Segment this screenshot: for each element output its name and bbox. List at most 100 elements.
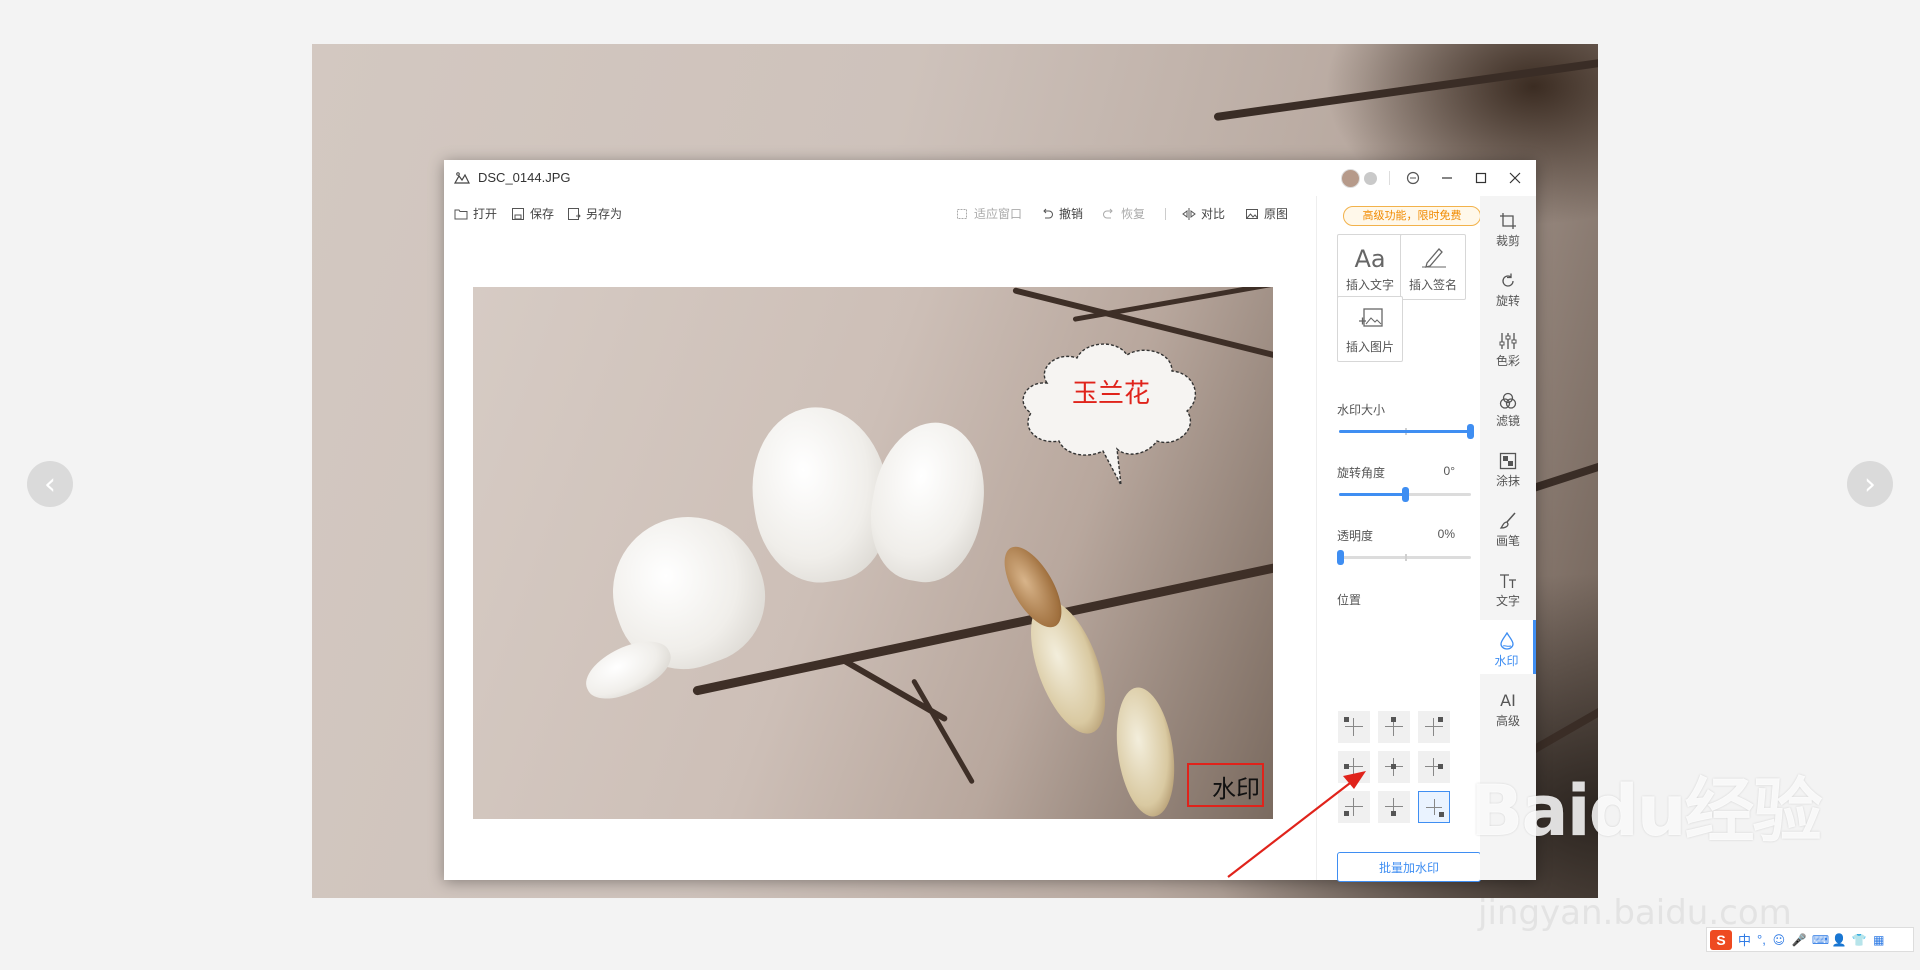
promo-badge[interactable]: 高级功能，限时免费 bbox=[1343, 206, 1481, 226]
open-button[interactable]: 打开 bbox=[454, 205, 497, 222]
speech-bubble[interactable]: 玉兰花 bbox=[1017, 343, 1205, 486]
rotation-label: 旋转角度 bbox=[1337, 466, 1386, 480]
original-label: 原图 bbox=[1264, 207, 1289, 221]
prev-image-button[interactable]: ‹ bbox=[27, 461, 73, 507]
save-button[interactable]: 保存 bbox=[511, 205, 554, 222]
insert-image-button[interactable]: 插入图片 bbox=[1337, 296, 1403, 362]
ime-mode[interactable]: 中 bbox=[1738, 930, 1751, 949]
window-title: DSC_0144.JPG bbox=[478, 170, 571, 185]
rotation-slider[interactable] bbox=[1337, 487, 1473, 502]
maximize-icon[interactable] bbox=[1470, 167, 1492, 189]
watermark-box[interactable]: 水印 bbox=[1187, 763, 1264, 807]
tool-filter-label: 滤镜 bbox=[1495, 414, 1520, 428]
photo-app-icon bbox=[454, 172, 470, 184]
position-middle-right[interactable] bbox=[1418, 751, 1450, 783]
bubble-text: 玉兰花 bbox=[1071, 379, 1150, 409]
undo-icon bbox=[1043, 208, 1053, 218]
text-icon bbox=[1500, 574, 1516, 588]
vip-badge-icon[interactable] bbox=[1364, 171, 1377, 185]
skin-icon[interactable]: 👕 bbox=[1852, 933, 1867, 947]
tool-rotate[interactable]: 旋转 bbox=[1480, 260, 1536, 314]
rotation-value: 0° bbox=[1443, 464, 1455, 478]
redo-button[interactable]: 恢复 bbox=[1102, 205, 1145, 222]
tool-text-label: 文字 bbox=[1495, 594, 1520, 608]
sogou-logo-icon[interactable]: S bbox=[1710, 929, 1732, 950]
add-image-icon bbox=[1359, 308, 1383, 327]
insert-signature-button[interactable]: 插入签名 bbox=[1400, 234, 1466, 300]
editor-window: DSC_0144.JPG 打开 保存 另存为 适应窗口 撤销 恢复 对比 原图 … bbox=[444, 160, 1536, 882]
insert-image-label: 插入图片 bbox=[1345, 340, 1394, 354]
baidu-logo: Baidu经验 bbox=[1470, 770, 1823, 852]
compare-button[interactable]: 对比 bbox=[1182, 205, 1225, 222]
position-top-center[interactable] bbox=[1378, 711, 1410, 743]
insert-signature-label: 插入签名 bbox=[1408, 278, 1457, 292]
compare-icon bbox=[1182, 207, 1196, 220]
redo-label: 恢复 bbox=[1121, 207, 1146, 221]
position-label: 位置 bbox=[1337, 593, 1362, 607]
tool-mosaic[interactable]: 涂抹 bbox=[1480, 440, 1536, 494]
position-bottom-center[interactable] bbox=[1378, 791, 1410, 823]
fit-window-button[interactable]: 适应窗口 bbox=[955, 205, 1022, 222]
tool-watermark[interactable]: 水印 bbox=[1480, 620, 1536, 674]
original-button[interactable]: 原图 bbox=[1245, 205, 1288, 222]
position-grid bbox=[1338, 711, 1450, 823]
position-top-left[interactable] bbox=[1338, 711, 1370, 743]
title-bar: DSC_0144.JPG bbox=[444, 160, 1536, 196]
rotate-icon bbox=[1502, 273, 1514, 287]
keyboard-icon[interactable]: ⌨ bbox=[1812, 933, 1829, 947]
position-middle-left[interactable] bbox=[1338, 751, 1370, 783]
user-avatar[interactable] bbox=[1341, 168, 1360, 188]
position-top-right[interactable] bbox=[1418, 711, 1450, 743]
insert-text-label: 插入文字 bbox=[1345, 278, 1394, 292]
rotation-slider-handle[interactable] bbox=[1402, 487, 1409, 502]
save-as-label: 另存为 bbox=[586, 207, 623, 221]
save-as-button[interactable]: 另存为 bbox=[567, 205, 622, 222]
undo-button[interactable]: 撤销 bbox=[1040, 205, 1083, 222]
tool-color-label: 色彩 bbox=[1495, 354, 1520, 368]
open-label: 打开 bbox=[473, 207, 498, 221]
image-icon bbox=[1246, 208, 1258, 219]
ime-toolbar: S 中 °, ☺ 🎤 ⌨ 👤 👕 ▦ bbox=[1706, 927, 1914, 952]
microphone-icon[interactable]: 🎤 bbox=[1792, 933, 1807, 947]
color-icon bbox=[1499, 333, 1517, 349]
position-bottom-right[interactable] bbox=[1418, 791, 1450, 823]
tool-text[interactable]: 文字 bbox=[1480, 560, 1536, 614]
tool-brush[interactable]: 画笔 bbox=[1480, 500, 1536, 554]
opacity-slider-handle[interactable] bbox=[1337, 550, 1344, 565]
compare-label: 对比 bbox=[1201, 207, 1226, 221]
size-slider[interactable] bbox=[1337, 424, 1474, 439]
next-image-button[interactable]: › bbox=[1847, 461, 1893, 507]
ime-punctuation[interactable]: °, bbox=[1757, 932, 1766, 947]
insert-text-button[interactable]: Aa 插入文字 bbox=[1337, 234, 1403, 300]
position-bottom-left[interactable] bbox=[1338, 791, 1370, 823]
filter-icon bbox=[1499, 392, 1517, 409]
size-slider-handle[interactable] bbox=[1467, 424, 1474, 439]
tool-advanced-label: 高级 bbox=[1495, 714, 1520, 728]
undo-label: 撤销 bbox=[1059, 207, 1084, 221]
brush-icon bbox=[1499, 512, 1516, 529]
feedback-icon[interactable] bbox=[1402, 167, 1424, 189]
fit-window-icon bbox=[957, 208, 967, 219]
toolbox-icon[interactable]: ▦ bbox=[1872, 933, 1886, 947]
toolbar-separator bbox=[1165, 208, 1166, 220]
person-icon[interactable]: 👤 bbox=[1832, 933, 1847, 947]
close-icon[interactable] bbox=[1504, 167, 1526, 189]
watermark-panel: 高级功能，限时免费 Aa 插入文字 插入签名 插入图片 水印大小 旋转角度 0° bbox=[1316, 196, 1481, 882]
tool-advanced[interactable]: AI 高级 bbox=[1480, 680, 1536, 734]
tool-color[interactable]: 色彩 bbox=[1480, 320, 1536, 374]
opacity-slider[interactable] bbox=[1337, 550, 1473, 565]
folder-icon bbox=[454, 209, 468, 219]
emoji-icon[interactable]: ☺ bbox=[1772, 933, 1786, 947]
minimize-icon[interactable] bbox=[1436, 167, 1458, 189]
photo-canvas[interactable]: 玉兰花 水印 bbox=[473, 287, 1273, 819]
tool-brush-label: 画笔 bbox=[1495, 534, 1520, 548]
tool-filter[interactable]: 滤镜 bbox=[1480, 380, 1536, 434]
batch-watermark-button[interactable]: 批量加水印 bbox=[1337, 852, 1481, 882]
crop-icon bbox=[1500, 213, 1516, 229]
save-as-icon bbox=[568, 207, 581, 220]
fit-window-label: 适应窗口 bbox=[974, 207, 1023, 221]
redo-icon bbox=[1103, 208, 1113, 218]
position-center[interactable] bbox=[1378, 751, 1410, 783]
size-label: 水印大小 bbox=[1337, 403, 1386, 417]
tool-crop[interactable]: 裁剪 bbox=[1480, 200, 1536, 254]
